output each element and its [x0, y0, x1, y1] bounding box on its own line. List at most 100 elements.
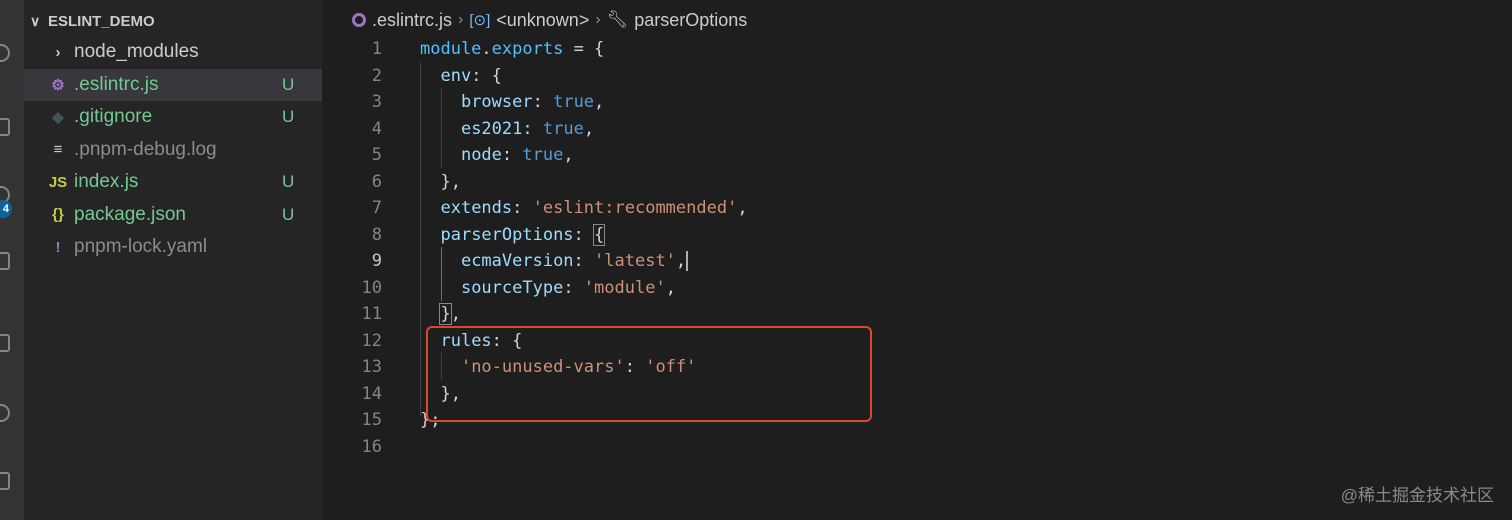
code-line[interactable]: 10 sourceType: 'module', — [322, 275, 676, 301]
code-token: : — [563, 277, 584, 298]
file-name: .pnpm-debug.log — [74, 138, 217, 160]
symbol-icon: [⊙] — [469, 12, 491, 29]
code-line[interactable]: 8 parserOptions: { — [322, 222, 606, 248]
line-number: 8 — [371, 224, 382, 245]
remote-icon[interactable] — [0, 404, 10, 422]
code-token: , — [450, 304, 461, 324]
git-status-badge: U — [282, 204, 295, 224]
code-token: true — [522, 145, 564, 165]
file-tree-item[interactable]: ◆ .gitignore U — [24, 101, 322, 133]
line-number: 5 — [371, 145, 382, 165]
source-control-badge: 4 — [0, 200, 12, 218]
file-name: pnpm-lock.yaml — [74, 236, 208, 257]
line-number: 10 — [361, 277, 382, 298]
file-name: node_modules — [74, 41, 199, 62]
code-text: node: true, — [420, 145, 574, 165]
code-line[interactable]: 16 — [322, 434, 420, 460]
line-number: 11 — [361, 304, 382, 324]
code-token: } — [439, 303, 452, 325]
activity-bar: 4 — [0, 0, 24, 520]
code-token: : — [501, 145, 523, 165]
search-icon[interactable] — [0, 118, 10, 136]
file-name: package.json — [74, 203, 186, 225]
code-text: module.exports = { — [420, 39, 604, 59]
code-line[interactable]: 9 ecmaVersion: 'latest', — [322, 248, 689, 274]
code-token: : { — [471, 65, 502, 86]
code-line[interactable]: 5 node: true, — [322, 142, 574, 168]
annotation-highlight-box — [426, 326, 872, 422]
code-token: = { — [563, 39, 605, 59]
folder-name: ESLINT_DEMO — [48, 12, 155, 30]
code-token: 'eslint:recommended' — [532, 198, 738, 218]
code-token: true — [553, 92, 595, 112]
file-tree-item[interactable]: {} package.json U — [24, 199, 322, 231]
chevron-down-icon: ∨ — [30, 12, 41, 29]
line-number: 1 — [371, 39, 382, 59]
breadcrumb-file[interactable]: .eslintrc.js — [372, 10, 452, 31]
file-tree-item[interactable]: › node_modules — [24, 36, 322, 68]
explorer-icon[interactable] — [0, 44, 10, 62]
git-status-badge: U — [282, 172, 295, 191]
code-token: module — [420, 39, 482, 59]
chevron-right-icon: › — [458, 11, 464, 28]
line-number: 15 — [361, 410, 382, 430]
code-token: ecmaVersion — [460, 251, 574, 271]
code-token: , — [594, 92, 605, 112]
line-number: 14 — [361, 383, 382, 404]
line-number: 9 — [371, 251, 382, 271]
code-line[interactable]: 4 es2021: true, — [322, 116, 594, 142]
line-number: 13 — [361, 357, 382, 377]
yaml-file-icon: ! — [55, 238, 61, 256]
line-number: 3 — [371, 92, 382, 112]
line-number: 12 — [361, 330, 382, 351]
code-text: }, — [420, 171, 461, 192]
code-token: extends — [440, 198, 513, 218]
code-token: browser — [460, 92, 533, 112]
code-line[interactable]: 15}; — [322, 407, 441, 433]
code-token: parserOptions — [440, 224, 574, 245]
code-token: : — [522, 118, 543, 139]
eslint-file-icon: ⚙ — [51, 76, 65, 94]
json-file-icon: {} — [52, 206, 64, 223]
code-token: exports — [491, 39, 564, 59]
chevron-right-icon: › — [55, 43, 61, 61]
line-number: 16 — [361, 436, 382, 457]
code-line[interactable]: 1 module.exports = { — [322, 36, 605, 62]
database-icon[interactable] — [0, 472, 10, 490]
line-number: 7 — [371, 198, 382, 218]
file-tree-item[interactable]: ⚙ .eslintrc.js U — [24, 68, 322, 101]
text-cursor — [686, 251, 689, 271]
code-text: }, — [420, 303, 461, 325]
code-line[interactable]: 2 env: { — [322, 63, 502, 89]
log-file-icon: ≡ — [53, 141, 63, 158]
code-editor[interactable]: .eslintrc.js › [⊙] <unknown> › 🔧︎ parser… — [322, 0, 1512, 520]
file-tree-item[interactable]: ≡ .pnpm-debug.log — [24, 134, 322, 166]
code-token: , — [665, 277, 676, 298]
wrench-icon: 🔧︎ — [606, 10, 629, 29]
file-name: .eslintrc.js — [74, 73, 159, 95]
file-tree-item[interactable]: JS index.js U — [24, 166, 322, 198]
code-line[interactable]: 11 }, — [322, 301, 461, 327]
code-line[interactable]: 6 }, — [322, 169, 461, 195]
code-token: , — [737, 198, 748, 218]
run-debug-icon[interactable] — [0, 252, 10, 270]
code-line[interactable]: 3 browser: true, — [322, 89, 605, 115]
explorer-folder-header[interactable]: ∨ ESLINT_DEMO — [24, 8, 322, 34]
code-token: { — [593, 223, 606, 246]
code-line[interactable]: 7 extends: 'eslint:recommended', — [322, 195, 748, 221]
code-text: env: { — [420, 65, 502, 86]
breadcrumb-property[interactable]: parserOptions — [634, 10, 747, 31]
extensions-icon[interactable] — [0, 334, 10, 352]
git-file-icon: ◆ — [52, 109, 64, 126]
file-tree-item[interactable]: ! pnpm-lock.yaml — [24, 231, 322, 263]
code-token: 'latest' — [594, 251, 676, 271]
code-token: . — [481, 39, 492, 59]
code-token: }, — [420, 171, 461, 192]
breadcrumb-symbol[interactable]: <unknown> — [496, 10, 589, 31]
